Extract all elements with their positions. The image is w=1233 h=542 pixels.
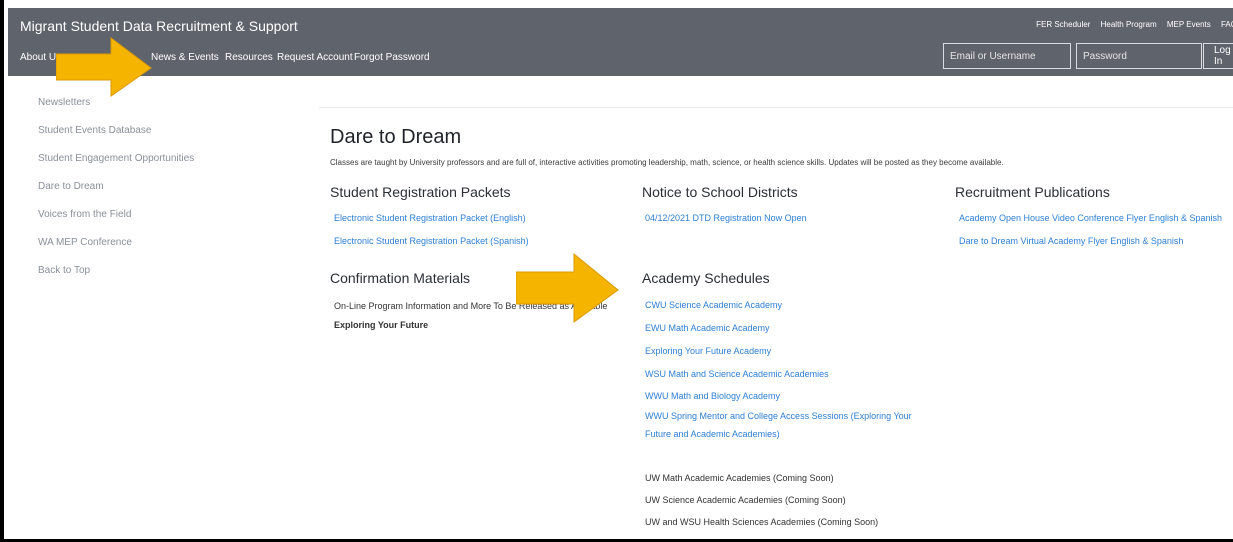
nav-about[interactable]: About U bbox=[20, 52, 56, 63]
arrow-pointing-news-events bbox=[56, 37, 152, 97]
academy-link-ewu-math[interactable]: EWU Math Academic Academy bbox=[645, 323, 770, 333]
confirmation-heading: Confirmation Materials bbox=[330, 270, 471, 286]
header-bar: Migrant Student Data Recruitment & Suppo… bbox=[8, 8, 1233, 76]
academy-link-exploring-future[interactable]: Exploring Your Future Academy bbox=[645, 346, 771, 356]
uw-math-coming-soon: UW Math Academic Academies (Coming Soon) bbox=[645, 473, 834, 483]
recruitment-heading: Recruitment Publications bbox=[955, 184, 1110, 200]
registration-packet-english-link[interactable]: Electronic Student Registration Packet (… bbox=[334, 213, 526, 223]
intro-text: Classes are taught by University profess… bbox=[330, 158, 1004, 167]
dtd-registration-link[interactable]: 04/12/2021 DTD Registration Now Open bbox=[645, 213, 807, 223]
academy-schedules-heading: Academy Schedules bbox=[642, 270, 770, 286]
top-link-fer-scheduler[interactable]: FER Scheduler bbox=[1036, 20, 1090, 29]
site-title[interactable]: Migrant Student Data Recruitment & Suppo… bbox=[20, 18, 298, 34]
divider bbox=[319, 107, 1233, 108]
notice-heading: Notice to School Districts bbox=[642, 184, 798, 200]
uw-science-coming-soon: UW Science Academic Academies (Coming So… bbox=[645, 495, 846, 505]
page-frame: Migrant Student Data Recruitment & Suppo… bbox=[0, 0, 1233, 542]
registration-packet-spanish-link[interactable]: Electronic Student Registration Packet (… bbox=[334, 236, 529, 246]
sidebar-item-newsletters[interactable]: Newsletters bbox=[38, 97, 194, 125]
page-title: Dare to Dream bbox=[330, 126, 462, 148]
uw-wsu-health-coming-soon: UW and WSU Health Sciences Academies (Co… bbox=[645, 517, 879, 527]
arrow-pointing-academy-schedules bbox=[516, 252, 619, 323]
academy-link-wwu-math-biology[interactable]: WWU Math and Biology Academy bbox=[645, 391, 780, 401]
academy-link-wwu-spring-mentor-cont[interactable]: Future and Academic Academies) bbox=[645, 429, 780, 439]
sidebar-item-student-events-database[interactable]: Student Events Database bbox=[38, 125, 194, 153]
open-house-flyer-link[interactable]: Academy Open House Video Conference Flye… bbox=[959, 213, 1222, 223]
top-link-faq[interactable]: FAQ bbox=[1221, 20, 1233, 29]
top-link-health-program[interactable]: Health Program bbox=[1101, 20, 1157, 29]
top-link-mep-events[interactable]: MEP Events bbox=[1167, 20, 1211, 29]
academy-link-cwu-science[interactable]: CWU Science Academic Academy bbox=[645, 300, 782, 310]
email-input[interactable] bbox=[943, 43, 1071, 69]
nav-forgot-password[interactable]: Forgot Password bbox=[354, 52, 430, 63]
password-input[interactable] bbox=[1076, 43, 1202, 69]
login-button[interactable]: Log In bbox=[1203, 43, 1233, 69]
sidebar-item-wa-mep-conference[interactable]: WA MEP Conference bbox=[38, 237, 194, 265]
virtual-academy-flyer-link[interactable]: Dare to Dream Virtual Academy Flyer Engl… bbox=[959, 236, 1183, 246]
top-links: FER Scheduler Health Program MEP Events … bbox=[1028, 20, 1233, 29]
sidebar: Newsletters Student Events Database Stud… bbox=[38, 97, 194, 293]
sidebar-item-student-engagement[interactable]: Student Engagement Opportunities bbox=[38, 153, 194, 181]
academy-link-wwu-spring-mentor[interactable]: WWU Spring Mentor and College Access Ses… bbox=[645, 411, 912, 421]
sidebar-item-dare-to-dream[interactable]: Dare to Dream bbox=[38, 181, 194, 209]
academy-link-wsu-math-science[interactable]: WSU Math and Science Academic Academies bbox=[645, 369, 829, 379]
nav-resources[interactable]: Resources bbox=[225, 52, 273, 63]
student-registration-heading: Student Registration Packets bbox=[330, 184, 511, 200]
nav-request-account[interactable]: Request Account bbox=[277, 52, 353, 63]
nav-news-events[interactable]: News & Events bbox=[151, 52, 219, 63]
sidebar-item-back-to-top[interactable]: Back to Top bbox=[38, 265, 194, 293]
exploring-your-future-text: Exploring Your Future bbox=[334, 320, 429, 330]
sidebar-item-voices[interactable]: Voices from the Field bbox=[38, 209, 194, 237]
